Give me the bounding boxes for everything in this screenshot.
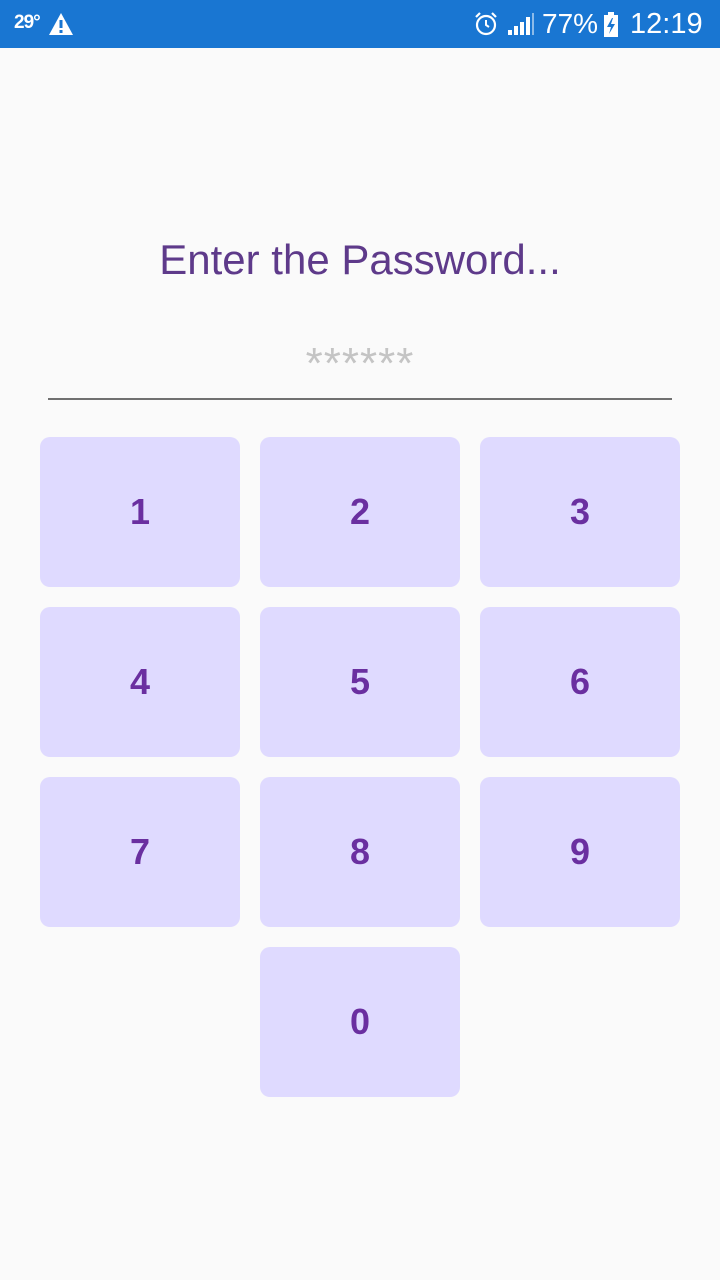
key-0-button[interactable]: 0 bbox=[260, 947, 460, 1097]
key-9-button[interactable]: 9 bbox=[480, 777, 680, 927]
password-input[interactable] bbox=[48, 330, 672, 400]
alarm-icon bbox=[473, 11, 499, 37]
key-4-button[interactable]: 4 bbox=[40, 607, 240, 757]
temperature-indicator: 29° bbox=[14, 12, 41, 33]
battery-percent: 77% bbox=[542, 8, 599, 39]
battery-charging-icon bbox=[603, 12, 619, 38]
page-title: Enter the Password... bbox=[159, 236, 561, 283]
status-bar: 29° 77% 12:19 bbox=[0, 0, 720, 48]
key-8-button[interactable]: 8 bbox=[260, 777, 460, 927]
signal-icon bbox=[507, 12, 535, 36]
warning-icon bbox=[48, 12, 74, 36]
key-7-button[interactable]: 7 bbox=[40, 777, 240, 927]
key-5-button[interactable]: 5 bbox=[260, 607, 460, 757]
key-6-button[interactable]: 6 bbox=[480, 607, 680, 757]
key-3-button[interactable]: 3 bbox=[480, 437, 680, 587]
key-1-button[interactable]: 1 bbox=[40, 437, 240, 587]
key-2-button[interactable]: 2 bbox=[260, 437, 460, 587]
clock: 12:19 bbox=[630, 8, 703, 40]
